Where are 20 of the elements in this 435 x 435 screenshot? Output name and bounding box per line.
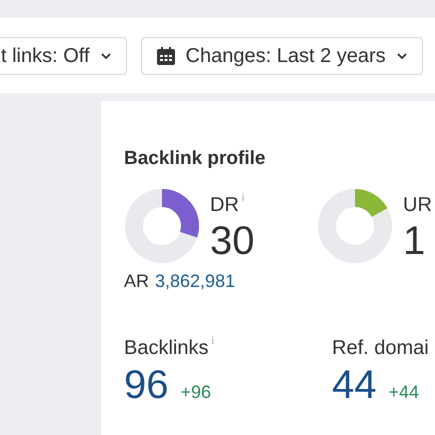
chevron-down-icon [396, 52, 408, 60]
metric-value: 44 [332, 362, 376, 406]
chevron-down-icon [100, 52, 112, 60]
metric-value: 1 [403, 220, 426, 262]
filter-dropdown[interactable]: Changes: Last 2 years [140, 36, 423, 74]
calendar-icon [156, 46, 176, 66]
filter-dropdown[interactable]: t links: Off [0, 36, 127, 74]
section-title: Backlink profile [124, 147, 266, 171]
change-value: +44 [388, 382, 420, 402]
metric-label: Ref. domai [332, 336, 429, 358]
metric-label: Backlinks [124, 336, 208, 358]
metric-label: DR [210, 194, 239, 216]
metric-value: 30 [210, 220, 254, 262]
metric-label: AR [124, 270, 150, 290]
metric-label: UR [403, 194, 432, 216]
change-value: +96 [180, 382, 212, 402]
metric-value: 96 [124, 362, 168, 406]
info-icon: i [211, 334, 214, 346]
info-icon: i [242, 192, 244, 204]
metric-value: 3,862,981 [155, 270, 236, 290]
